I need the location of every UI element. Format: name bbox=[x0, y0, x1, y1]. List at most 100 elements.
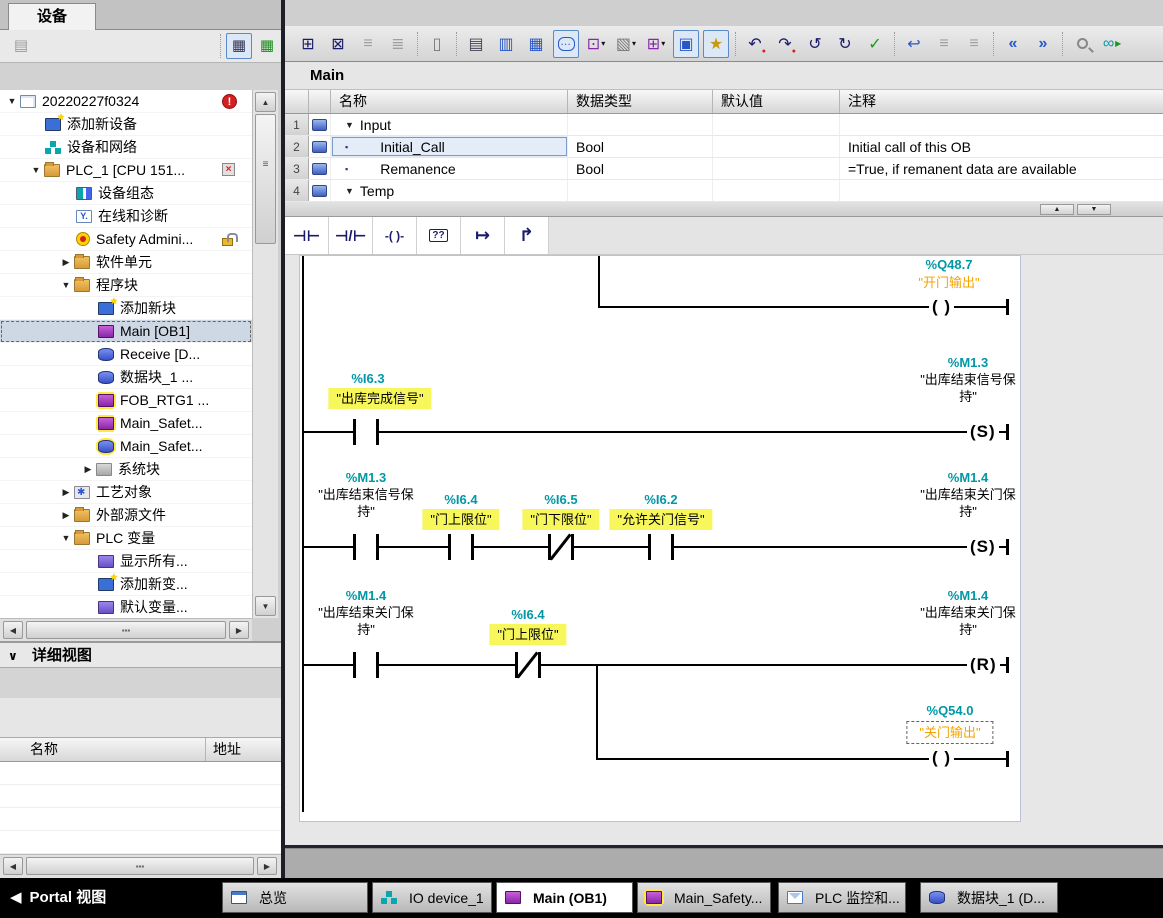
tree-item-device-config[interactable]: 设备组态 bbox=[0, 182, 252, 205]
tree-item-project[interactable]: ▼ 20220227f0324 ! bbox=[0, 90, 252, 113]
monitoring-icon[interactable]: ∞▶ bbox=[1099, 30, 1125, 58]
no-contact[interactable] bbox=[648, 534, 674, 560]
tree-item-plc-tags[interactable]: ▼ PLC 变量 bbox=[0, 527, 252, 550]
taskbar-io-device-button[interactable]: IO device_1 bbox=[372, 882, 492, 913]
tree-item-add-new-device[interactable]: 添加新设备 bbox=[0, 113, 252, 136]
set-coil[interactable]: (S) bbox=[967, 534, 999, 560]
collapse-all-networks-icon[interactable]: ▦ bbox=[523, 30, 549, 58]
tree-item-show-all-tags[interactable]: 显示所有... bbox=[0, 550, 252, 573]
expand-arrow-icon[interactable]: ▼ bbox=[6, 96, 18, 106]
tree-item-fob-rtg1[interactable]: FOB_RTG1 ... bbox=[0, 389, 252, 412]
show-symbol-info-icon[interactable]: ▣ bbox=[673, 30, 699, 58]
open-branch-icon[interactable]: ↦ bbox=[461, 217, 505, 254]
operand-symbol[interactable]: "出库结束关门保持" bbox=[916, 486, 1020, 520]
operand-address[interactable]: %M1.3 bbox=[948, 354, 988, 371]
header-name[interactable]: 名称 bbox=[331, 90, 568, 113]
detail-view-header[interactable]: ∨ 详细视图 bbox=[0, 641, 281, 668]
open-in-new-editor-icon[interactable]: ▦ bbox=[254, 33, 280, 59]
update-block-call-icon[interactable]: ↺ bbox=[802, 30, 828, 58]
insert-coil-icon[interactable]: -( )- bbox=[373, 217, 417, 254]
operand-address[interactable]: %M1.3 bbox=[346, 469, 386, 486]
show-network-titles-icon[interactable]: ▤ bbox=[463, 30, 489, 58]
portal-view-button[interactable]: ◀ Portal 视图 bbox=[10, 886, 106, 907]
expand-all-networks-icon[interactable]: ▥ bbox=[493, 30, 519, 58]
header-type[interactable]: 数据类型 bbox=[568, 90, 713, 113]
expand-arrow-icon[interactable]: ▶ bbox=[60, 510, 72, 521]
nc-contact[interactable] bbox=[515, 652, 541, 678]
next-bookmark-icon[interactable]: » bbox=[1030, 30, 1056, 58]
splitter-down-icon[interactable]: ▼ bbox=[1077, 204, 1111, 215]
tree-item-external-sources[interactable]: ▶ 外部源文件 bbox=[0, 504, 252, 527]
goto-next-error-icon[interactable]: ↷● bbox=[772, 30, 798, 58]
group-arrow-icon[interactable]: ▼ bbox=[345, 120, 354, 130]
operand-symbol-highlighted[interactable]: "允许关门信号" bbox=[609, 509, 712, 530]
taskbar-plc-monitor-button[interactable]: PLC 监控和... bbox=[778, 882, 906, 913]
expand-arrow-icon[interactable]: ▶ bbox=[60, 257, 72, 268]
tree-item-main-safety-ob[interactable]: Main_Safet... bbox=[0, 412, 252, 435]
operand-symbol-highlighted[interactable]: "出库完成信号" bbox=[328, 388, 431, 409]
scrollbar-thumb[interactable]: ▪▪▪ bbox=[26, 621, 226, 639]
set-coil[interactable]: (S) bbox=[967, 419, 999, 445]
insert-no-contact-icon[interactable]: ⊣⊢ bbox=[285, 217, 329, 254]
scroll-left-icon[interactable]: ◀ bbox=[3, 621, 23, 639]
goto-definition-icon[interactable]: ↩ bbox=[901, 30, 927, 58]
operand-address[interactable]: %I6.4 bbox=[511, 606, 544, 623]
detail-horizontal-scrollbar[interactable]: ◀ ▪▪▪ ▶ bbox=[0, 854, 281, 878]
tree-item-receive-db[interactable]: Receive [D... bbox=[0, 343, 252, 366]
collapse-icon[interactable]: ∨ bbox=[8, 649, 18, 663]
expand-arrow-icon[interactable]: ▶ bbox=[82, 464, 94, 475]
tree-item-main-ob1[interactable]: Main [OB1] bbox=[0, 320, 252, 343]
previous-bookmark-icon[interactable]: « bbox=[1000, 30, 1026, 58]
scroll-left-icon[interactable]: ◀ bbox=[3, 857, 23, 875]
taskbar-main-ob1-button[interactable]: Main (OB1) bbox=[496, 882, 633, 913]
goto-previous-error-icon[interactable]: ↶● bbox=[742, 30, 768, 58]
operand-symbol[interactable]: "出库结束关门保持" bbox=[314, 604, 418, 638]
operand-symbol[interactable]: "开门输出" bbox=[918, 274, 979, 291]
tree-item-technology-objects[interactable]: ▶ 工艺对象 bbox=[0, 481, 252, 504]
tree-item-devices-networks[interactable]: 设备和网络 bbox=[0, 136, 252, 159]
call-hierarchy-icon[interactable]: ≡ bbox=[931, 30, 957, 58]
operand-address[interactable]: %I6.5 bbox=[544, 491, 577, 508]
reset-coil[interactable]: (R) bbox=[967, 652, 1000, 678]
taskbar-overview-button[interactable]: 总览 bbox=[222, 882, 368, 913]
insert-nc-contact-icon[interactable]: ⊣/⊢ bbox=[329, 217, 373, 254]
table-row[interactable]: 1 ▼Input bbox=[285, 114, 1163, 136]
no-contact[interactable] bbox=[448, 534, 474, 560]
tree-item-plc1[interactable]: ▼ PLC_1 [CPU 151... × bbox=[0, 159, 252, 182]
header-comment[interactable]: 注释 bbox=[840, 90, 1163, 113]
absolute-operands-icon[interactable]: ⊡▾ bbox=[583, 30, 609, 58]
operand-display-icon[interactable]: ⊞▾ bbox=[643, 30, 669, 58]
tree-vertical-scrollbar[interactable]: ▲ ≡ ▼ bbox=[252, 90, 278, 618]
table-row[interactable]: 4 ▼Temp bbox=[285, 180, 1163, 202]
operand-symbol-selected[interactable]: "关门输出" bbox=[906, 721, 993, 744]
operand-address[interactable]: %Q54.0 bbox=[927, 702, 974, 719]
tree-item-main-safety-db[interactable]: Main_Safet... bbox=[0, 435, 252, 458]
no-contact[interactable] bbox=[353, 419, 379, 445]
table-editor-splitter[interactable]: ▲ ▼ bbox=[285, 202, 1163, 217]
consistency-check-icon[interactable]: ✓ bbox=[862, 30, 888, 58]
scroll-right-icon[interactable]: ▶ bbox=[229, 621, 249, 639]
table-row[interactable]: 3 ▪Remanence Bool =True, if remanent dat… bbox=[285, 158, 1163, 180]
taskbar-datablock-button[interactable]: 数据块_1 (D... bbox=[920, 882, 1058, 913]
call-environment-icon[interactable]: ≡ bbox=[961, 30, 987, 58]
expand-arrow-icon[interactable]: ▼ bbox=[30, 165, 42, 175]
tree-item-default-tag-table[interactable]: 默认变量... bbox=[0, 596, 252, 618]
insert-empty-box-icon[interactable]: ?? bbox=[417, 217, 461, 254]
tree-item-add-new-tag-table[interactable]: 添加新变... bbox=[0, 573, 252, 596]
operand-address[interactable]: %M1.4 bbox=[948, 587, 988, 604]
symbol-information-icon[interactable]: ▧▾ bbox=[613, 30, 639, 58]
coil[interactable]: ( ) bbox=[929, 745, 954, 771]
tree-item-datablock1[interactable]: 数据块_1 ... bbox=[0, 366, 252, 389]
expand-arrow-icon[interactable]: ▼ bbox=[60, 533, 72, 543]
tree-item-program-blocks[interactable]: ▼ 程序块 bbox=[0, 274, 252, 297]
scroll-right-icon[interactable]: ▶ bbox=[257, 857, 277, 875]
configure-networks-icon[interactable]: ▤ bbox=[8, 33, 34, 59]
favorites-icon[interactable]: ★ bbox=[703, 30, 729, 58]
tab-devices[interactable]: 设备 bbox=[8, 3, 96, 31]
details-view-toggle-icon[interactable]: ▦ bbox=[226, 33, 252, 59]
table-row[interactable]: 2 ▪Initial_Call Bool Initial call of thi… bbox=[285, 136, 1163, 158]
find-replace-icon[interactable] bbox=[1069, 30, 1095, 58]
scrollbar-thumb[interactable]: ≡ bbox=[255, 114, 276, 244]
insert-row-icon[interactable]: ≡ bbox=[355, 30, 381, 58]
operand-symbol[interactable]: "出库结束信号保持" bbox=[916, 371, 1020, 405]
